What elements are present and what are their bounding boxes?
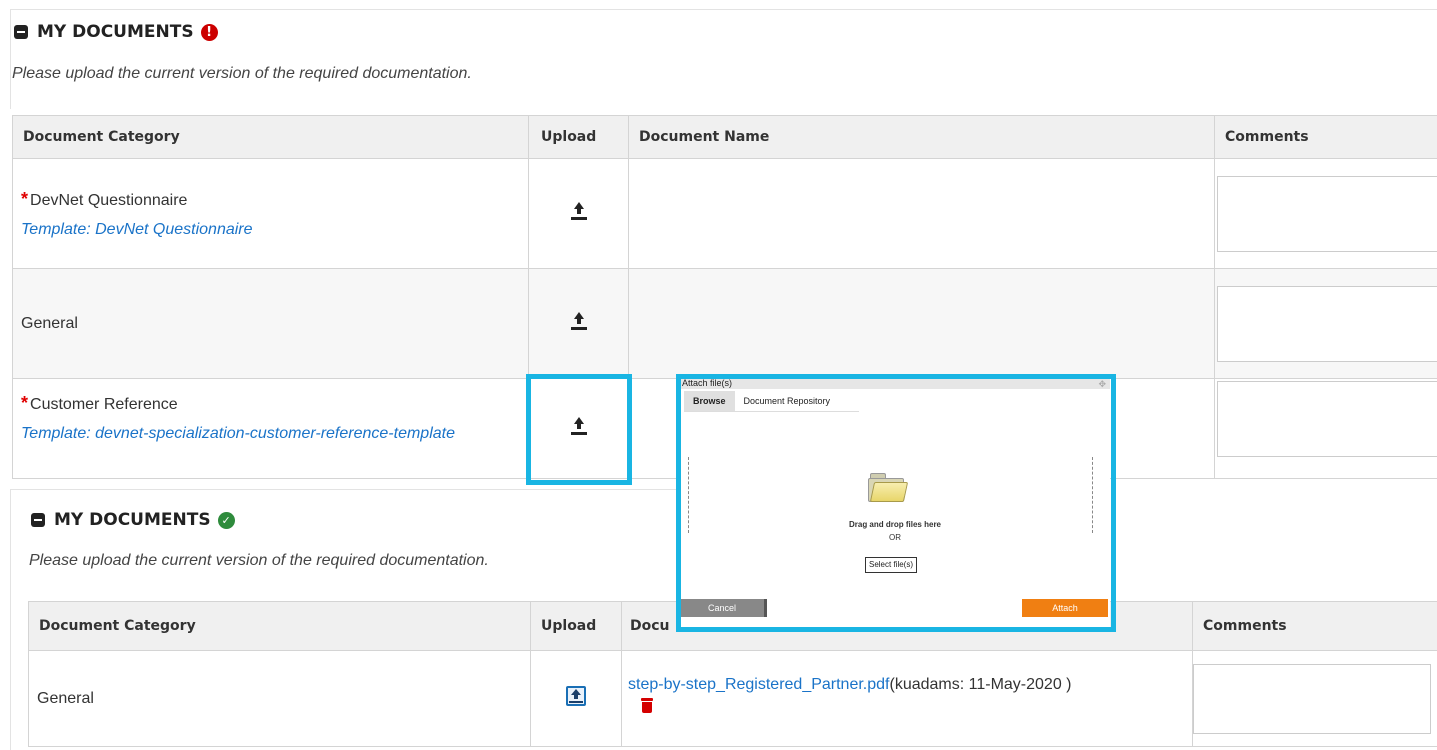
collapse-icon[interactable] <box>31 513 45 527</box>
category-label: Customer Reference <box>30 396 178 413</box>
comments-input[interactable] <box>1193 663 1431 734</box>
required-marker: * <box>21 188 29 209</box>
comments-cell <box>1214 268 1437 379</box>
category-label: General <box>21 314 78 332</box>
column-header: Upload <box>530 601 622 651</box>
column-header: Document Category <box>28 601 531 651</box>
comments-input[interactable] <box>1217 285 1437 362</box>
column-header: Comments <box>1192 601 1437 651</box>
exclamation-icon: ! <box>200 23 218 41</box>
divider <box>10 9 11 109</box>
dialog-highlight <box>676 374 1116 632</box>
category-cell: General <box>12 268 529 379</box>
category-label: General <box>37 689 94 707</box>
section-header[interactable]: MY DOCUMENTS ✓ <box>31 510 235 530</box>
table-row: * DevNet Questionnaire Template: DevNet Q… <box>12 158 1437 269</box>
column-header: Document Name <box>628 115 1215 159</box>
section-title: MY DOCUMENTS <box>54 510 211 530</box>
template-link[interactable]: Template: DevNet Questionnaire <box>21 220 520 239</box>
category-cell: * Customer Reference Template: devnet-spe… <box>12 378 529 479</box>
comments-input[interactable] <box>1217 175 1437 252</box>
table-row: General step-by-step_Registered_Partner.… <box>28 650 1437 747</box>
comments-cell <box>1192 650 1437 747</box>
divider <box>10 489 690 490</box>
required-marker: * <box>21 393 29 413</box>
upload-icon[interactable] <box>570 312 587 330</box>
collapse-icon[interactable] <box>14 25 28 39</box>
instructions: Please upload the current version of the… <box>12 65 472 82</box>
check-circle-icon: ✓ <box>217 511 235 529</box>
table-row: General <box>12 268 1437 379</box>
category-cell: * DevNet Questionnaire Template: DevNet Q… <box>12 158 529 269</box>
upload-cell <box>528 158 629 269</box>
document-name-cell <box>628 268 1215 379</box>
comments-cell <box>1214 378 1437 479</box>
trash-icon[interactable] <box>640 697 654 713</box>
template-link[interactable]: Template: devnet-specialization-customer… <box>21 424 481 443</box>
table-header-row: Document Category Upload Document Name C… <box>12 115 1437 159</box>
divider <box>10 490 11 750</box>
column-header: Upload <box>528 115 629 159</box>
column-header: Document Category <box>12 115 529 159</box>
document-name-cell <box>628 158 1215 269</box>
column-header: Comments <box>1214 115 1437 159</box>
category-cell: General <box>28 650 531 747</box>
section-title: MY DOCUMENTS <box>37 22 194 42</box>
section-header[interactable]: MY DOCUMENTS ! <box>14 22 218 42</box>
upload-cell <box>528 268 629 379</box>
upload-icon[interactable] <box>570 202 587 220</box>
document-link[interactable]: step-by-step_Registered_Partner.pdf <box>628 676 889 693</box>
upload-cell <box>530 650 622 747</box>
upload-highlight <box>526 374 632 485</box>
comments-input[interactable] <box>1217 381 1437 457</box>
document-name-cell: step-by-step_Registered_Partner.pdf(kuad… <box>621 650 1193 747</box>
comments-cell <box>1214 158 1437 269</box>
divider <box>10 9 1437 10</box>
upload-icon[interactable] <box>566 686 586 706</box>
category-label: DevNet Questionnaire <box>30 191 188 209</box>
document-meta: (kuadams: 11-May-2020 ) <box>889 675 1072 693</box>
instructions: Please upload the current version of the… <box>29 552 489 569</box>
